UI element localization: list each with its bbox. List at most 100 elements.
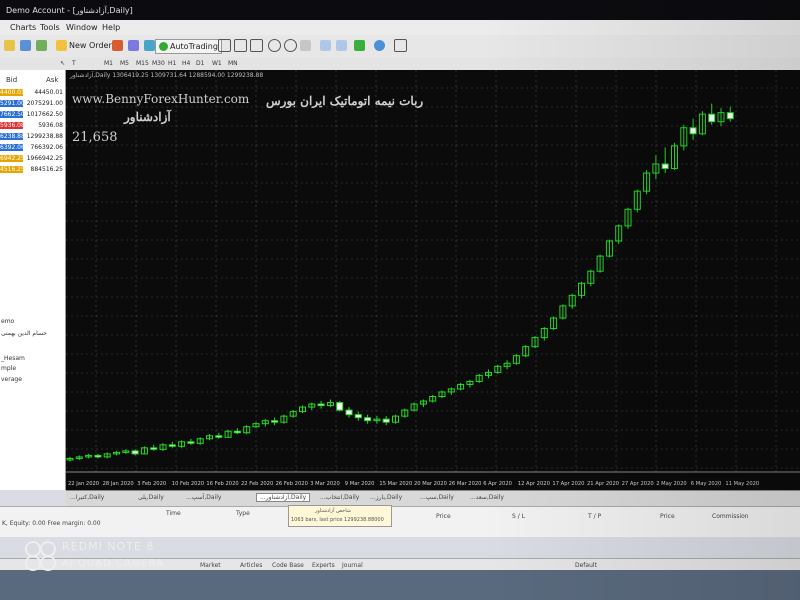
tf-m1[interactable]: M1 [104, 60, 113, 67]
col-price-2: Price [660, 513, 675, 520]
chart-tab[interactable]: ...کتیرا,Daily [70, 494, 104, 501]
tile-windows-button[interactable] [300, 39, 311, 52]
col-price: Price [436, 513, 451, 520]
signals-icon [128, 40, 139, 51]
market-watch-row[interactable]: 6942.25 1966942.25 [0, 154, 65, 165]
templates-button[interactable] [394, 39, 407, 52]
watermark-title: ربات نیمه اتوماتیک ایران بورس [266, 94, 424, 108]
tf-m15[interactable]: M15 [136, 60, 149, 67]
ask-value: 44450.01 [34, 89, 63, 96]
market-watch-row[interactable]: 5936.08 5936.08 [0, 121, 65, 132]
price-chart[interactable]: 22 Jan 2020 28 Jan 2020 3 Feb 2020 10 Feb 2… [66, 70, 800, 490]
new-order-icon [56, 40, 67, 51]
market-icon [144, 40, 155, 51]
x-tick-label: 26 Mar 2020 [449, 481, 482, 487]
nav-item[interactable]: _Hesam [1, 355, 25, 362]
menu-help[interactable]: Help [102, 23, 120, 32]
tf-w1[interactable]: W1 [212, 60, 222, 67]
market-watch-header: Bid Ask [0, 76, 65, 86]
line-chart-button[interactable] [250, 39, 263, 52]
tf-h1[interactable]: H1 [168, 60, 176, 67]
menu-tools[interactable]: Tools [40, 23, 60, 32]
market-watch-row[interactable]: 6392.06 766392.06 [0, 143, 65, 154]
market-button[interactable] [144, 39, 155, 52]
tab-market[interactable]: Market [200, 562, 221, 569]
chart-tab[interactable]: ...سعد,Daily [470, 494, 504, 501]
tf-mn[interactable]: MN [228, 60, 238, 67]
chart-tab-active[interactable]: ...آزادشناور,Daily [256, 493, 311, 502]
chart-tab[interactable]: ...بارز,Daily [370, 494, 402, 501]
market-watch-button[interactable] [36, 39, 47, 52]
chart-header: آزادشناور,Daily 1306419.25 1309731.64 12… [70, 72, 264, 79]
tab-articles[interactable]: Articles [240, 562, 262, 569]
col-time: Time [166, 510, 181, 517]
signals-button[interactable] [128, 39, 139, 52]
x-tick-label: 6 May 2020 [691, 481, 722, 487]
chart-tab[interactable]: ...سپ,Daily [420, 494, 454, 501]
tf-m30[interactable]: M30 [152, 60, 165, 67]
market-watch-row[interactable]: 4400.01 44450.01 [0, 88, 65, 99]
indicators-button[interactable] [354, 39, 365, 52]
tab-code-base[interactable]: Code Base [272, 562, 304, 569]
x-tick-label: 21 Apr 2020 [587, 481, 619, 487]
autoscroll-button[interactable] [336, 39, 347, 52]
chart-tab[interactable]: ...انتخاب,Daily [320, 494, 359, 501]
candle-body [382, 418, 390, 423]
profile-default: Default [575, 562, 597, 569]
candle-body [345, 409, 353, 416]
tab-journal[interactable]: Journal [342, 562, 363, 569]
market-watch-row[interactable]: 7662.50 1017662.50 [0, 110, 65, 121]
nav-item[interactable]: حسام الدین بهمنی [1, 330, 47, 337]
x-tick-label: 27 Apr 2020 [622, 481, 654, 487]
zoom-out-button[interactable] [284, 39, 297, 52]
chart-tab[interactable]: پلی,Daily [138, 494, 164, 501]
autoscroll-icon [336, 40, 347, 51]
camera-model: REDMI NOTE 8 [62, 540, 155, 553]
chart-tab[interactable]: ...آسپ,Daily [186, 494, 221, 501]
market-watch-row[interactable]: 6238.88 1299238.88 [0, 132, 65, 143]
bid-value: 4400.01 [0, 89, 25, 96]
candle-body [187, 441, 195, 444]
watermark-url: www.BennyForexHunter.com [72, 92, 250, 106]
nav-item[interactable]: verage [1, 376, 22, 383]
menu-charts[interactable]: Charts [10, 23, 36, 32]
new-chart-button[interactable] [4, 39, 15, 52]
candle-body [689, 127, 697, 135]
menu-bar: Charts Tools Window Help [0, 20, 800, 36]
profiles-button[interactable] [20, 39, 31, 52]
tf-d1[interactable]: D1 [196, 60, 204, 67]
metaeditor-icon [112, 40, 123, 51]
tool-text-icon[interactable]: T [72, 60, 76, 67]
chart-shift-button[interactable] [320, 39, 331, 52]
candle-chart-button[interactable] [234, 39, 247, 52]
metaeditor-button[interactable] [112, 39, 123, 52]
x-tick-label: 17 Apr 2020 [552, 481, 584, 487]
market-watch-row[interactable]: 5291.00 2075291.00 [0, 99, 65, 110]
col-commission: Commission [712, 513, 749, 520]
tab-experts[interactable]: Experts [312, 562, 335, 569]
camera-logo-icon [40, 555, 56, 571]
ask-value: 2075291.00 [26, 100, 63, 107]
chart-shift-icon [320, 40, 331, 51]
ask-value: 5936.08 [38, 122, 63, 129]
new-order-button[interactable]: New Order [56, 39, 112, 52]
nav-item[interactable]: mple [1, 365, 16, 372]
chart-window[interactable]: 22 Jan 2020 28 Jan 2020 3 Feb 2020 10 Feb 2… [66, 70, 800, 490]
candle-body [215, 435, 223, 438]
market-watch-row[interactable]: 4516.25 884516.25 [0, 165, 65, 176]
bar-chart-button[interactable] [218, 39, 231, 52]
menu-window[interactable]: Window [66, 23, 98, 32]
x-tick-label: 2 May 2020 [656, 481, 687, 487]
tool-cursor-icon[interactable]: ↖ [60, 60, 65, 67]
tf-h4[interactable]: H4 [182, 60, 190, 67]
nav-item[interactable]: emo [1, 318, 14, 325]
zoom-in-button[interactable] [268, 39, 281, 52]
navigator-panel: emo حسام الدین بهمنی _Hesam mple verage [0, 280, 66, 490]
equity-line: K, Equity: 0.00 Free margin: 0.00 [2, 520, 101, 527]
tf-m5[interactable]: M5 [120, 60, 129, 67]
periods-button[interactable] [374, 39, 385, 52]
autotrading-button[interactable]: AutoTrading [155, 39, 222, 54]
new-chart-icon [4, 40, 15, 51]
x-tick-label: 6 Apr 2020 [483, 481, 512, 487]
candle-body [94, 454, 102, 458]
